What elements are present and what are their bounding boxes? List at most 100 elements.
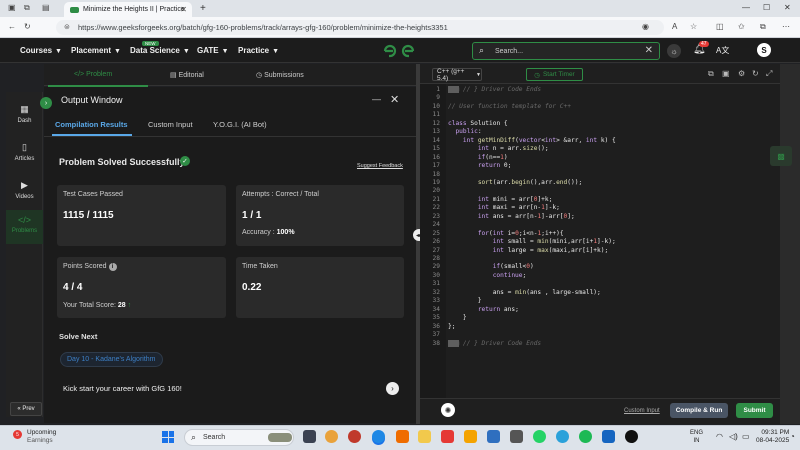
translate-icon[interactable]: A文: [716, 45, 729, 56]
extension-icon[interactable]: ◉: [642, 22, 649, 31]
maximize-window-icon[interactable]: ☐: [763, 3, 770, 12]
app-icon[interactable]: [464, 430, 477, 443]
tab-problem[interactable]: </> Problem: [74, 71, 112, 78]
start-timer-button[interactable]: ◷ Start Timer: [526, 68, 583, 81]
attempts-card: Attempts : Correct / Total 1 / 1 Accurac…: [236, 185, 404, 246]
arrow-right-icon[interactable]: ›: [386, 382, 399, 395]
tab-yogi-ai-bot[interactable]: Y.O.G.I. (AI Bot): [213, 120, 267, 129]
chatgpt-icon[interactable]: [625, 430, 638, 443]
reset-icon[interactable]: ↻: [752, 69, 759, 78]
output-window: [44, 87, 416, 423]
volume-icon[interactable]: ◁): [729, 432, 738, 441]
windows-start-icon[interactable]: [162, 431, 174, 443]
widgets-button[interactable]: Upcoming Earnings: [11, 429, 56, 445]
language-select[interactable]: C++ (g++ 5.4) ▼: [432, 68, 482, 82]
sidebar-item-problems[interactable]: </> Problems: [6, 210, 43, 244]
app-icon[interactable]: [602, 430, 615, 443]
solve-next-item[interactable]: Day 10 - Kadane's Algorithm: [60, 352, 163, 367]
nav-data-science[interactable]: Data Science ▼: [130, 46, 190, 55]
clear-search-icon[interactable]: ✕: [645, 45, 653, 56]
test-cases-value: 1115 / 1115: [63, 210, 114, 221]
settings-menu-icon[interactable]: ⋯: [782, 22, 790, 31]
line-number: 23: [432, 212, 440, 220]
photos-icon[interactable]: [487, 430, 500, 443]
youtube-icon[interactable]: [441, 430, 454, 443]
attempts-value: 1 / 1: [242, 210, 262, 221]
avatar[interactable]: S: [757, 43, 771, 57]
nav-practice[interactable]: Practice ▼: [238, 46, 279, 55]
prev-button[interactable]: « Prev: [10, 402, 42, 416]
wifi-icon[interactable]: ◠: [716, 432, 723, 441]
time-taken-value: 0.22: [242, 282, 262, 293]
clock[interactable]: 09:31 PM 08-04-2025: [756, 429, 789, 445]
nav-placement[interactable]: Placement ▼: [71, 46, 121, 55]
sidebar-item-videos[interactable]: ▶ Videos: [6, 180, 43, 200]
whatsapp-icon[interactable]: [533, 430, 546, 443]
vertical-tabs-icon[interactable]: ▤: [42, 3, 50, 12]
edge-icon[interactable]: [372, 430, 385, 443]
lightbulb-icon[interactable]: ✺: [441, 403, 455, 417]
minimize-icon[interactable]: —: [372, 94, 381, 104]
close-icon[interactable]: ✕: [390, 93, 399, 106]
battery-icon[interactable]: ▭: [742, 432, 750, 441]
tab-actions-icon[interactable]: ⧉: [24, 3, 30, 13]
line-number: 27: [432, 246, 440, 254]
chrome-icon[interactable]: [325, 430, 338, 443]
app-icon[interactable]: [348, 430, 361, 443]
browser-tab[interactable]: Minimize the Heights II | Practice ✕: [64, 2, 192, 17]
suggest-feedback-link[interactable]: Suggest Feedback: [357, 163, 403, 169]
tab-submissions[interactable]: ◷ Submissions: [256, 71, 304, 79]
favorites-icon[interactable]: ✩: [738, 22, 745, 31]
app-icon[interactable]: [510, 430, 523, 443]
nav-courses[interactable]: Courses ▼: [20, 46, 62, 55]
close-window-icon[interactable]: ✕: [784, 3, 791, 12]
language-indicator[interactable]: ENG IN: [690, 429, 703, 445]
code-line: return ans;: [477, 305, 519, 313]
spotify-icon[interactable]: [579, 430, 592, 443]
tab-compilation-results[interactable]: Compilation Results: [55, 120, 128, 129]
nav-gate[interactable]: GATE ▼: [197, 46, 229, 55]
settings-doc-icon[interactable]: ▣: [722, 69, 730, 78]
minimize-window-icon[interactable]: —: [742, 3, 750, 12]
code-line: // User function template for C++: [448, 102, 571, 110]
telegram-icon[interactable]: [556, 430, 569, 443]
profile-icon[interactable]: ▣: [8, 3, 16, 12]
theme-toggle-icon[interactable]: ☼: [667, 44, 681, 58]
sidebar-item-dash[interactable]: ▦ Dash: [6, 104, 43, 124]
file-explorer-icon[interactable]: [418, 430, 431, 443]
timer-icon: ◷: [534, 71, 540, 79]
split-screen-icon[interactable]: ◫: [716, 22, 724, 31]
tab-editorial[interactable]: ▤ Editorial: [170, 71, 204, 79]
code-line: }: [448, 297, 482, 305]
sidebar-item-articles[interactable]: ▯ Articles: [6, 142, 43, 162]
favorite-icon[interactable]: ☆: [690, 22, 697, 31]
search-highlight-icon: [268, 433, 292, 442]
brave-icon[interactable]: [396, 430, 409, 443]
collections-icon[interactable]: ⧉: [760, 22, 766, 32]
gear-icon[interactable]: ⚙: [738, 69, 745, 78]
line-number: 25: [432, 229, 440, 237]
site-info-icon[interactable]: ⊜: [64, 23, 70, 31]
line-number: 34: [432, 305, 440, 313]
read-aloud-icon[interactable]: A: [672, 22, 677, 31]
custom-input-link[interactable]: Custom Input: [624, 408, 660, 414]
copy-icon[interactable]: ⧉: [708, 69, 714, 79]
tab-close-icon[interactable]: ✕: [180, 5, 187, 14]
compile-run-button[interactable]: Compile & Run: [670, 403, 728, 418]
back-icon[interactable]: ←: [8, 22, 16, 31]
address-bar[interactable]: ⊜ https://www.geeksforgeeks.org/batch/gf…: [56, 20, 664, 35]
notification-icon[interactable]: ◔: [790, 432, 795, 441]
fullscreen-icon[interactable]: ⤢: [766, 69, 772, 79]
submit-button[interactable]: Submit: [736, 403, 773, 418]
refresh-icon[interactable]: ↻: [24, 22, 31, 31]
gfg-logo-icon[interactable]: [382, 43, 416, 59]
info-icon[interactable]: i: [108, 263, 117, 271]
tab-submissions-label: Submissions: [264, 72, 304, 79]
new-tab-icon[interactable]: +: [200, 3, 206, 14]
line-number: 26: [432, 238, 440, 246]
search-input[interactable]: ⌕ Search... ✕: [472, 42, 660, 60]
tab-custom-input[interactable]: Custom Input: [148, 120, 193, 129]
task-view-icon[interactable]: [303, 430, 316, 443]
expand-arrow-icon[interactable]: ›: [40, 97, 52, 109]
chat-icon[interactable]: ▩: [770, 146, 792, 166]
